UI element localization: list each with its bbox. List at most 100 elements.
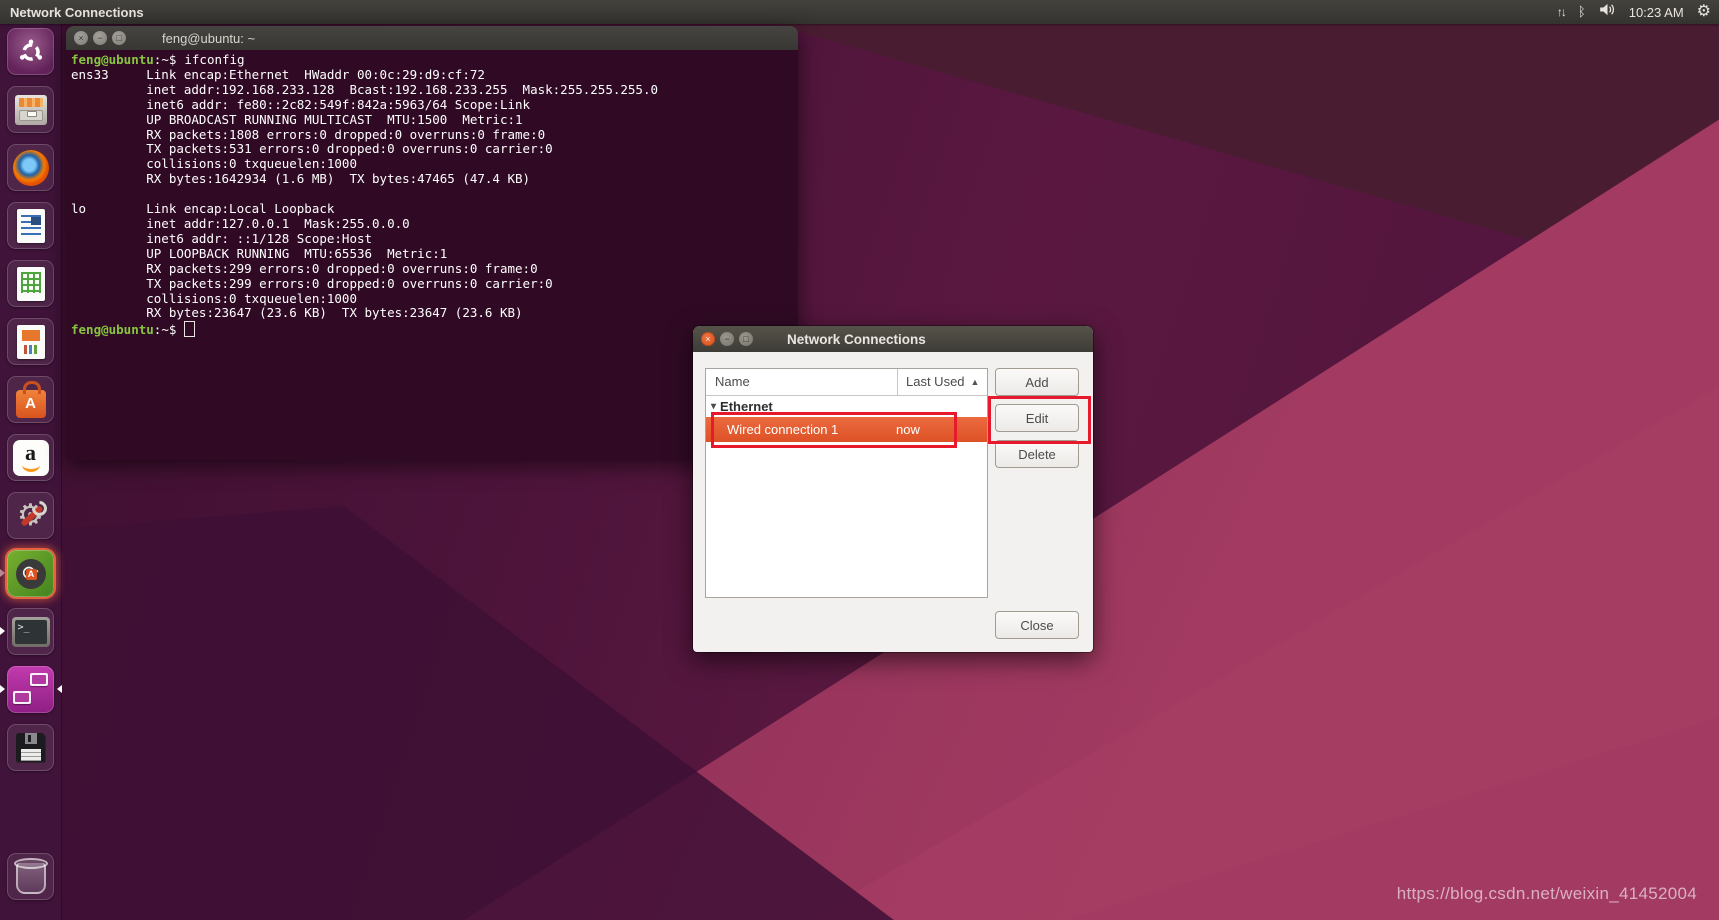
column-header-last-used-label: Last Used <box>906 369 965 395</box>
active-app-title: Network Connections <box>10 5 144 20</box>
libreoffice-impress-icon[interactable] <box>7 318 54 365</box>
launcher-slot: ⟳ A <box>0 550 62 597</box>
drawer-handle <box>27 111 37 117</box>
list-header: Name Last Used ▲ <box>706 369 987 396</box>
dialog-title: Network Connections <box>787 332 926 347</box>
dash-home-icon[interactable] <box>7 28 54 75</box>
unity-launcher: A a ⚙ ⟳ A >_ <box>0 24 62 920</box>
prompt-user: feng@ubuntu <box>71 52 154 67</box>
ifconfig-output: ens33 Link encap:Ethernet HWaddr 00:0c:2… <box>71 68 794 321</box>
impress-slide <box>17 325 45 359</box>
dialog-titlebar[interactable]: × − □ Network Connections <box>693 326 1093 352</box>
disks-icon[interactable] <box>7 724 54 771</box>
launcher-slot <box>0 28 62 75</box>
running-pip <box>0 685 5 693</box>
monitor-icon <box>30 673 48 686</box>
close-button[interactable]: Close <box>995 611 1079 639</box>
amazon-icon[interactable]: a <box>7 434 54 481</box>
sort-arrow-icon: ▲ <box>971 369 980 395</box>
launcher-slot: a <box>0 434 62 481</box>
ethernet-group-row[interactable]: ▾ Ethernet <box>706 396 987 417</box>
add-button[interactable]: Add <box>995 368 1079 396</box>
trash-can <box>16 863 46 894</box>
remmina-remote-desktop-icon[interactable] <box>7 666 54 713</box>
top-panel: Network Connections ↑↓ ᛒ 10:23 AM ⚙ <box>0 0 1719 24</box>
floppy-label <box>21 749 41 761</box>
amazon-smile <box>22 462 40 472</box>
firefox-globe <box>13 150 49 186</box>
connection-name: Wired connection 1 <box>706 422 888 437</box>
terminal-window-title: feng@ubuntu: ~ <box>162 31 255 46</box>
prompt-user: feng@ubuntu <box>71 322 154 337</box>
maximize-icon[interactable]: □ <box>739 332 753 346</box>
monitor-icon <box>13 691 31 704</box>
system-settings-icon[interactable]: ⚙ <box>7 492 54 539</box>
launcher-slot <box>0 724 62 771</box>
watermark-url: https://blog.csdn.net/weixin_41452004 <box>1397 884 1697 904</box>
volume-icon[interactable] <box>1599 0 1616 24</box>
indicator-area: ↑↓ ᛒ 10:23 AM ⚙ <box>1557 0 1711 24</box>
terminal-command: ifconfig <box>184 52 244 67</box>
running-pip <box>0 569 5 577</box>
updater-circle: ⟳ A <box>16 559 46 589</box>
launcher-slot <box>0 86 62 133</box>
amazon-logo: a <box>13 440 49 476</box>
updater-badge: A <box>26 569 37 580</box>
launcher-slot: >_ <box>0 608 62 655</box>
folder-tabs <box>19 98 43 107</box>
circle-of-friends-icon <box>18 39 44 65</box>
launcher-slot <box>0 202 62 249</box>
floppy-shutter <box>25 733 37 744</box>
software-updater-icon[interactable]: ⟳ A <box>7 550 54 597</box>
launcher-slot <box>0 853 62 900</box>
launcher-slot: A <box>0 376 62 423</box>
clock[interactable]: 10:23 AM <box>1629 5 1684 20</box>
connection-last-used: now <box>888 422 987 437</box>
terminal-command-line: feng@ubuntu:~$ ifconfig <box>71 53 794 68</box>
files-icon[interactable] <box>7 86 54 133</box>
network-traffic-icon[interactable]: ↑↓ <box>1557 0 1565 24</box>
maximize-icon[interactable]: □ <box>112 31 126 45</box>
libreoffice-calc-icon[interactable] <box>7 260 54 307</box>
focused-pip <box>57 685 62 693</box>
terminal-prompt-line: feng@ubuntu:~$ <box>71 321 794 338</box>
launcher-slot <box>0 144 62 191</box>
expander-icon: ▾ <box>711 401 716 412</box>
column-header-name[interactable]: Name <box>706 369 898 395</box>
running-pip <box>0 627 5 635</box>
close-icon[interactable]: × <box>701 332 715 346</box>
terminal-icon[interactable]: >_ <box>7 608 54 655</box>
firefox-icon[interactable] <box>7 144 54 191</box>
prompt-suffix: :~$ <box>154 52 177 67</box>
trash-icon[interactable] <box>7 853 54 900</box>
minimize-icon[interactable]: − <box>93 31 107 45</box>
bluetooth-icon[interactable]: ᛒ <box>1578 0 1586 24</box>
terminal-screen: >_ <box>15 620 47 644</box>
launcher-slot <box>0 666 62 713</box>
close-icon[interactable]: × <box>74 31 88 45</box>
network-connections-dialog: × − □ Network Connections Name Last Used… <box>693 326 1093 652</box>
terminal-window: × − □ feng@ubuntu: ~ feng@ubuntu:~$ifcon… <box>66 26 798 460</box>
calc-spreadsheet <box>17 267 45 301</box>
session-gear-icon[interactable]: ⚙ <box>1697 0 1711 24</box>
column-header-last-used[interactable]: Last Used ▲ <box>898 369 987 395</box>
connections-list: Name Last Used ▲ ▾ Ethernet Wired connec… <box>705 368 988 598</box>
terminal-frame: >_ <box>12 617 50 647</box>
group-label: Ethernet <box>720 399 773 414</box>
gear-wrench-icon: ⚙ <box>13 498 49 534</box>
ubuntu-software-icon[interactable]: A <box>7 376 54 423</box>
terminal-content[interactable]: feng@ubuntu:~$ifconfig ens33 Link encap:… <box>66 50 798 460</box>
writer-document <box>17 209 45 243</box>
edit-button[interactable]: Edit <box>995 404 1079 432</box>
terminal-titlebar[interactable]: × − □ feng@ubuntu: ~ <box>66 26 798 50</box>
connection-row-selected[interactable]: Wired connection 1 now <box>706 417 987 442</box>
terminal-cursor <box>184 321 195 337</box>
delete-button[interactable]: Delete <box>995 440 1079 468</box>
prompt-suffix: :~$ <box>154 322 177 337</box>
software-bag: A <box>16 390 46 418</box>
launcher-slot: ⚙ <box>0 492 62 539</box>
minimize-icon[interactable]: − <box>720 332 734 346</box>
file-cabinet-icon <box>15 95 47 125</box>
libreoffice-writer-icon[interactable] <box>7 202 54 249</box>
launcher-slot <box>0 318 62 365</box>
